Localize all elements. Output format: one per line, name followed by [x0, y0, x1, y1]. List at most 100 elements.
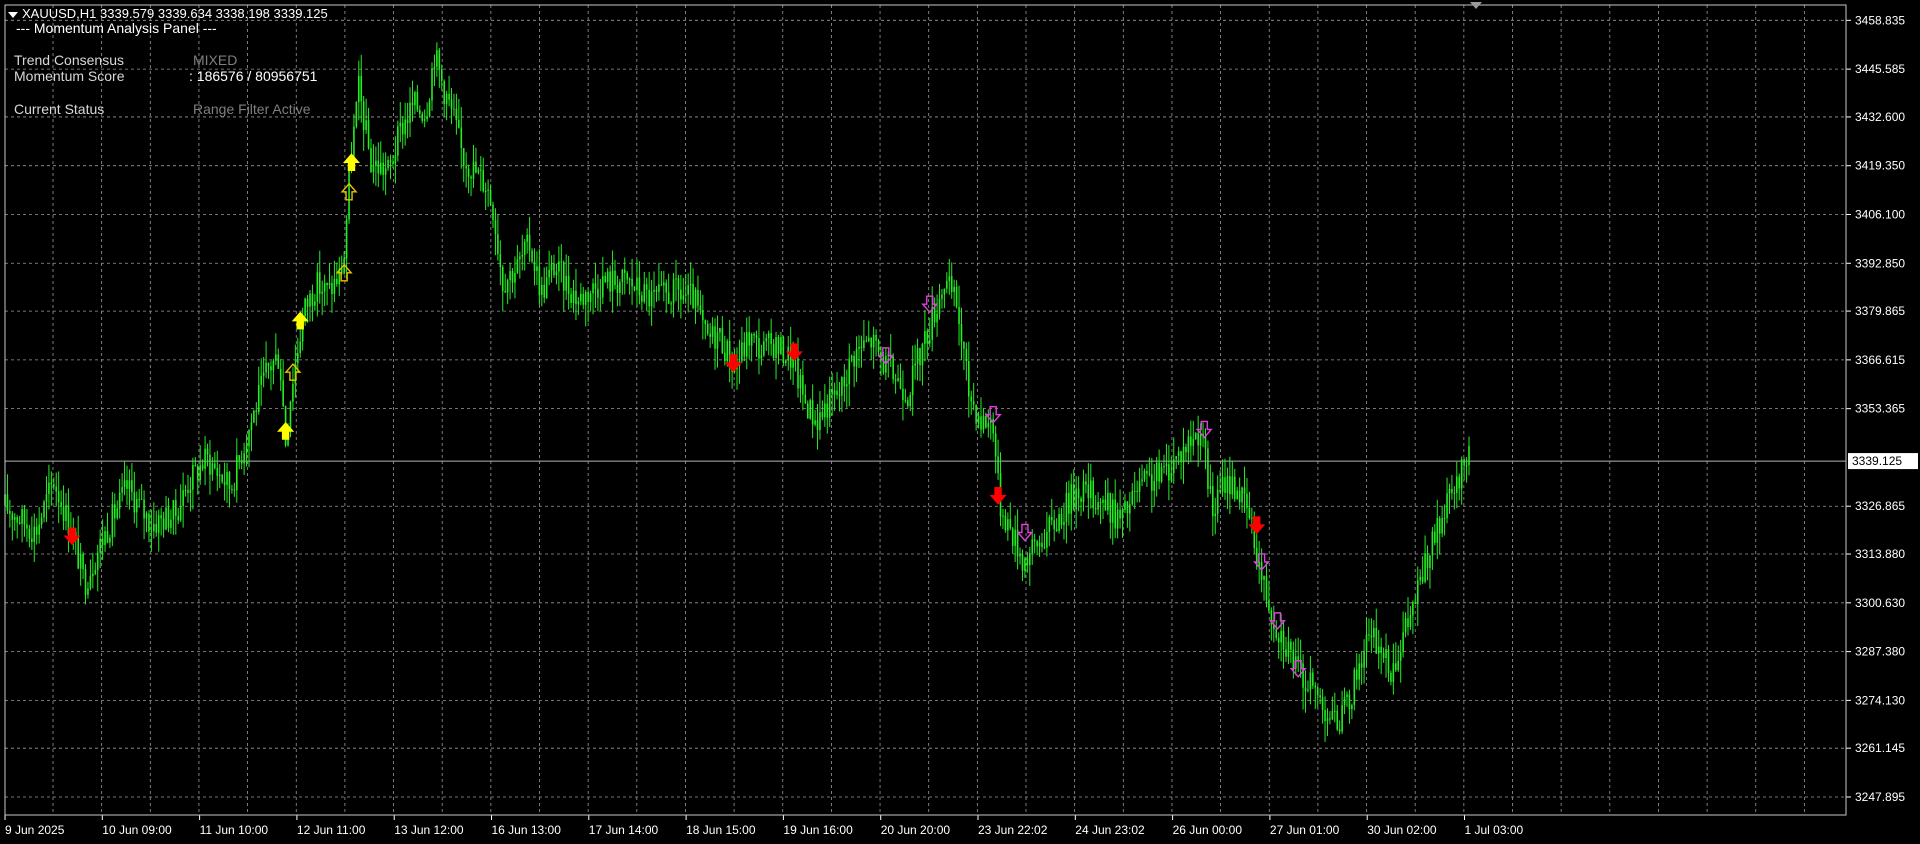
candle-body — [1182, 446, 1185, 463]
candle-body — [1275, 629, 1278, 638]
x-tick-label: 9 Jun 2025 — [5, 823, 65, 837]
candle-body — [382, 162, 384, 175]
candle-body — [819, 412, 821, 431]
current-price-label: 3339.125 — [1852, 454, 1902, 468]
candle-body — [960, 324, 963, 343]
x-tick-label: 16 Jun 13:00 — [492, 823, 562, 837]
candle-body — [767, 333, 770, 339]
candle-body — [460, 127, 463, 149]
trend-consensus-value: MIXED — [193, 52, 238, 68]
symbol-ohlc-text: XAUUSD,H1 3339.579 3339.634 3338.198 333… — [22, 6, 328, 21]
x-tick-label: 24 Jun 23:02 — [1075, 823, 1145, 837]
panel-title: --- Momentum Analysis Panel --- — [16, 20, 217, 36]
candle-body — [201, 465, 204, 469]
candle-body — [1407, 618, 1409, 628]
candle-body — [675, 278, 677, 280]
sell-arrow-icon — [785, 343, 803, 362]
y-tick-label: 3353.365 — [1855, 402, 1905, 416]
candle-body — [663, 282, 665, 286]
candle-body — [604, 276, 607, 282]
candle-body — [379, 162, 382, 174]
candle-body — [1007, 519, 1009, 531]
candle-body — [43, 501, 45, 518]
candle-body — [645, 284, 648, 290]
candle-body — [528, 234, 531, 251]
candle-body — [221, 474, 223, 482]
candle-body — [255, 410, 258, 413]
candle-body — [1341, 705, 1343, 732]
candle-body — [916, 348, 919, 364]
candle-body — [1443, 518, 1446, 520]
candle-body — [436, 50, 438, 67]
dropdown-triangle-icon[interactable] — [8, 11, 18, 18]
candle-body — [150, 531, 153, 533]
candle-body — [177, 515, 180, 521]
y-tick-label: 3274.130 — [1855, 693, 1905, 707]
candle-body — [1465, 465, 1468, 467]
candle-body — [333, 278, 336, 294]
candle-body — [580, 293, 582, 302]
candle-body — [504, 290, 506, 293]
candle-body — [1151, 474, 1153, 491]
candle-body — [809, 400, 811, 419]
y-tick-label: 3287.380 — [1855, 645, 1905, 659]
candle-body — [153, 524, 155, 532]
chart-shift-marker-icon[interactable] — [1470, 2, 1482, 9]
candle-body — [804, 394, 807, 404]
candle-body — [943, 288, 946, 295]
candle-body — [506, 280, 509, 293]
candle-body — [968, 361, 970, 397]
candle-body — [853, 355, 855, 367]
candle-body — [209, 454, 211, 475]
candle-body — [1160, 467, 1163, 482]
candle-body — [609, 271, 611, 292]
price-chart[interactable]: 3458.835 3445.585 3432.600 3419.350 3406.100… — [0, 0, 1920, 844]
candle-body — [538, 266, 541, 295]
candle-body — [721, 328, 724, 353]
candle-body — [170, 519, 172, 528]
candle-body — [687, 285, 689, 295]
candle-body — [157, 515, 160, 533]
current-status-label: Current Status — [14, 101, 105, 117]
candle-body — [326, 283, 328, 286]
sell-arrow-icon — [989, 486, 1007, 505]
candle-body — [758, 338, 760, 359]
candle-body — [323, 283, 326, 292]
candle-body — [1219, 490, 1221, 492]
candle-body — [560, 261, 563, 263]
candle-body — [1050, 517, 1053, 521]
candle-body — [399, 122, 402, 127]
candle-body — [272, 360, 275, 371]
candle-body — [806, 403, 809, 419]
candle-body — [501, 267, 504, 291]
candle-body — [231, 489, 233, 491]
candle-body — [9, 510, 11, 514]
candle-body — [1338, 729, 1341, 732]
candle-body — [650, 291, 653, 307]
candle-body — [719, 328, 721, 333]
candle-body — [623, 269, 626, 273]
candle-body — [1387, 649, 1390, 673]
candle-body — [1329, 718, 1331, 720]
candle-body — [821, 412, 824, 418]
candle-body — [497, 234, 499, 254]
candle-body — [1185, 446, 1187, 453]
candle-body — [1043, 547, 1046, 549]
candle-body — [602, 276, 604, 298]
symbol-header[interactable]: XAUUSD,H1 3339.579 3339.634 3338.198 333… — [8, 6, 328, 21]
candle-body — [1238, 490, 1241, 503]
candle-body — [33, 526, 36, 542]
x-tick-label: 20 Jun 20:00 — [881, 823, 951, 837]
candle-body — [1114, 499, 1116, 529]
candle-body — [1126, 501, 1129, 514]
candle-body — [1458, 476, 1461, 489]
candle-body — [1165, 464, 1168, 466]
candle-body — [84, 569, 87, 595]
candle-body — [238, 455, 241, 461]
y-tick-label: 3379.865 — [1855, 304, 1905, 318]
candle-body — [28, 528, 31, 539]
candle-body — [89, 575, 92, 589]
candle-body — [484, 190, 487, 192]
candle-body — [1246, 493, 1248, 508]
candle-body — [545, 277, 548, 298]
